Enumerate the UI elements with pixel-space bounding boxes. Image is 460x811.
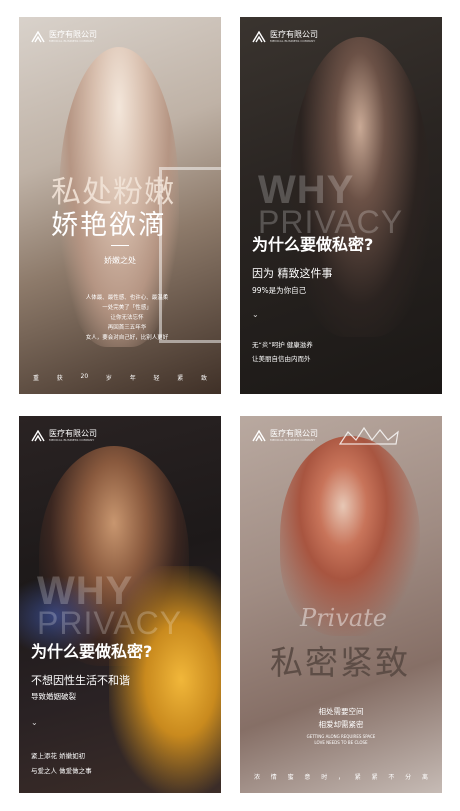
why-text: WHY: [258, 168, 355, 212]
slogan-line-2: 让美丽自信由内而外: [252, 355, 311, 363]
slogan-line-2: 与爱之人 做爱做之事: [31, 767, 92, 775]
footer-char: 意: [304, 774, 311, 781]
company-subtitle: MEDICAL BUSINESS COMPANY: [270, 39, 316, 43]
tagline-line-1: 相处需要空间: [318, 707, 364, 716]
poem-line: 一处完美了「性感」: [102, 305, 152, 311]
footer-char: ，: [337, 774, 344, 781]
footer-slogan: 重 获 20 岁 年 轻 紧 致: [33, 373, 207, 382]
footer-char: 情: [270, 774, 277, 781]
main-title: 私密紧致: [270, 643, 410, 682]
company-logo: 医疗有限公司 MEDICAL BUSINESS COMPANY: [252, 430, 318, 442]
logo-icon: [31, 31, 45, 43]
company-subtitle: MEDICAL BUSINESS COMPANY: [49, 438, 95, 442]
footer-char: 20: [80, 373, 89, 380]
poster-why-privacy-1: 医疗有限公司 MEDICAL BUSINESS COMPANY WHY PRIV…: [240, 17, 442, 394]
footer-char: 重: [33, 375, 40, 382]
poem: 人体最、最性感、也许心、最温柔 一处完美了「性感」 让你无法忘怀 再回首三五年华…: [77, 293, 177, 343]
slogan-line-1: 无“炎”呵护 健康滋养: [252, 341, 313, 349]
company-logo: 医疗有限公司 MEDICAL BUSINESS COMPANY: [31, 31, 97, 43]
privacy-text: PRIVACY: [37, 605, 183, 641]
footer-char: 紧: [354, 774, 361, 781]
answer-text: 因为 精致这件事: [252, 267, 333, 280]
poem-line: 女人，要会对自己好，比别人更好: [85, 335, 169, 341]
poem-line: 让你无法忘怀: [110, 315, 144, 321]
footer-slogan: 浓 情 蜜 意 时 ， 紧 紧 不 分 离: [254, 772, 428, 781]
company-logo: 医疗有限公司 MEDICAL BUSINESS COMPANY: [252, 31, 318, 43]
poster-private-care: 医疗有限公司 MEDICAL BUSINESS COMPANY 私处粉嫩 娇艳欲…: [19, 17, 221, 394]
logo-icon: [31, 430, 45, 442]
footer-char: 不: [388, 774, 395, 781]
company-name: 医疗有限公司: [270, 429, 318, 438]
divider: [111, 245, 129, 246]
tagline-line-2: 相爱却需紧密: [318, 720, 364, 729]
company-subtitle: MEDICAL BUSINESS COMPANY: [49, 39, 95, 43]
footer-char: 年: [129, 375, 136, 382]
footer-char: 致: [200, 375, 207, 382]
footer-char: 时: [321, 774, 328, 781]
footer-char: 紧: [177, 375, 184, 382]
answer-subtext: 99%是为你自己: [252, 286, 307, 295]
footer-char: 获: [56, 375, 63, 382]
poster-why-privacy-2: 医疗有限公司 MEDICAL BUSINESS COMPANY WHY PRIV…: [19, 416, 221, 793]
english-tagline-1: GETTING ALONG REQUIRES SPACE: [306, 734, 376, 739]
english-tagline-2: LOVE NEEDS TO BE CLOSE: [314, 740, 368, 745]
company-name: 医疗有限公司: [270, 30, 318, 39]
company-name: 医疗有限公司: [49, 429, 97, 438]
company-subtitle: MEDICAL BUSINESS COMPANY: [270, 438, 316, 442]
poem-line: 人体最、最性感、也许心、最温柔: [85, 295, 169, 301]
footer-char: 分: [405, 774, 412, 781]
footer-char: 离: [421, 774, 428, 781]
slogan-line-1: 紧上添花 娇嫩如初: [31, 752, 86, 760]
footer-char: 浓: [254, 774, 261, 781]
footer-char: 轻: [153, 375, 160, 382]
company-logo: 医疗有限公司 MEDICAL BUSINESS COMPANY: [31, 430, 97, 442]
footer-char: 蜜: [287, 774, 294, 781]
tiara-icon: [338, 426, 400, 446]
logo-icon: [252, 430, 266, 442]
script-text: Private: [300, 604, 388, 632]
company-name: 医疗有限公司: [49, 30, 97, 39]
footer-char: 岁: [105, 375, 112, 382]
answer-subtext: 导致婚姻破裂: [31, 692, 76, 701]
why-text: WHY: [37, 569, 134, 613]
chevron-down-icon: ⌄: [31, 718, 38, 727]
poster-private-tightening: 医疗有限公司 MEDICAL BUSINESS COMPANY Private …: [240, 416, 442, 793]
question-heading: 为什么要做私密?: [252, 235, 374, 254]
subtitle: 娇嫩之处: [104, 256, 136, 265]
poem-line: 再回首三五年华: [107, 325, 147, 331]
chevron-down-icon: ⌄: [252, 310, 259, 319]
answer-text: 不想因性生活不和谐: [31, 674, 130, 687]
logo-icon: [252, 31, 266, 43]
question-heading: 为什么要做私密?: [31, 642, 153, 661]
title-line-2: 娇艳欲滴: [51, 210, 167, 241]
footer-char: 紧: [371, 774, 378, 781]
